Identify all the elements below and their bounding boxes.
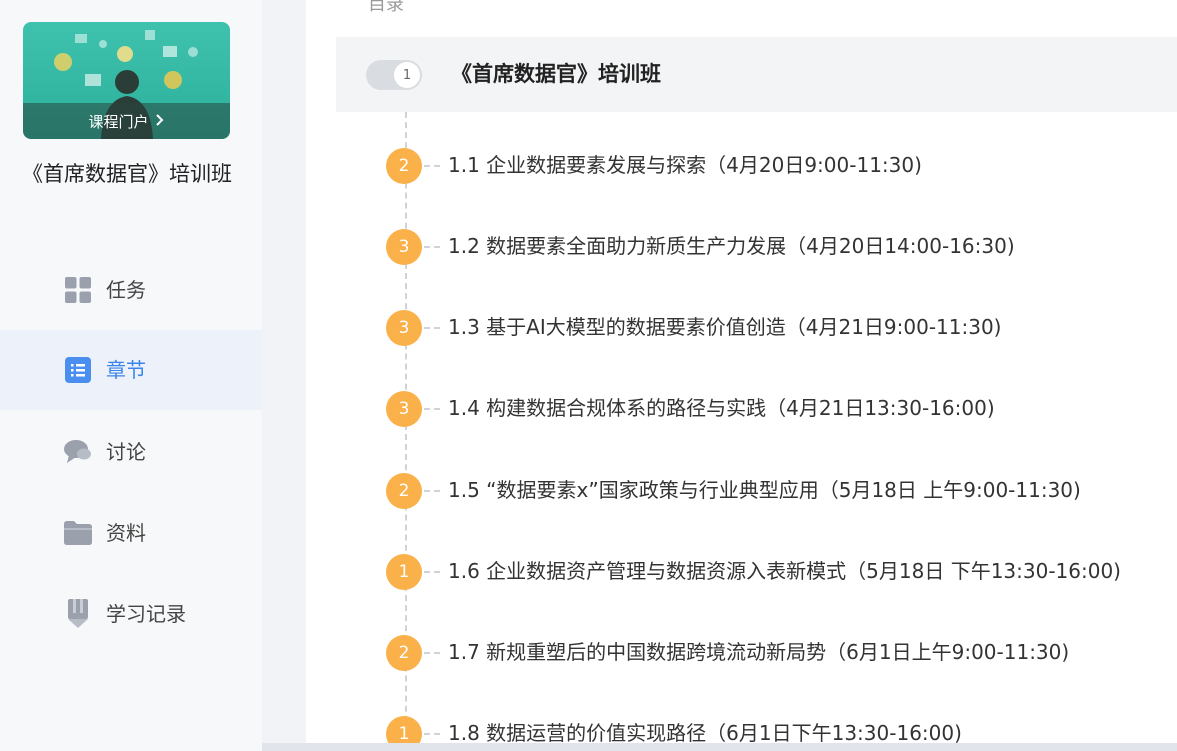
section-status-badge: 1	[386, 716, 422, 743]
toc-heading: 目录	[368, 0, 404, 15]
section-status-badge: 1	[386, 554, 422, 590]
nav-label-discussion: 讨论	[106, 440, 146, 464]
timeline-branch	[424, 408, 440, 410]
bookmark-icon	[64, 599, 92, 628]
folder-icon	[64, 519, 92, 547]
grid-icon	[64, 276, 92, 304]
section-title: 1.1 企业数据要素发展与探索（4月20日9:00-11:30)	[448, 153, 922, 177]
section-title: 1.4 构建数据合规体系的路径与实践（4月21日13:30-16:00)	[448, 396, 995, 420]
nav-label-study-record: 学习记录	[106, 602, 186, 626]
nav-item-study-record[interactable]: 学习记录	[0, 574, 262, 654]
section-status-badge: 3	[386, 229, 422, 265]
section-title: 1.6 企业数据资产管理与数据资源入表新模式（5月18日 下午13:30-16:…	[448, 559, 1121, 583]
nav-item-tasks[interactable]: 任务	[0, 250, 262, 330]
timeline-branch	[424, 571, 440, 573]
sidebar: 课程门户 《首席数据官》培训班 任务 章节 讨论 资料 学习记录	[0, 0, 262, 751]
section-status-badge: 2	[386, 635, 422, 671]
timeline-branch	[424, 246, 440, 248]
chapter-title: 《首席数据官》培训班	[451, 62, 661, 86]
chapter-collapse-toggle[interactable]: 1	[366, 60, 422, 90]
course-cover[interactable]: 课程门户	[23, 22, 230, 139]
timeline-branch	[424, 165, 440, 167]
nav-label-chapters: 章节	[106, 358, 146, 382]
section-status-badge: 3	[386, 391, 422, 427]
timeline-branch	[424, 733, 440, 735]
nav-item-chapters[interactable]: 章节	[0, 330, 262, 410]
section-title: 1.8 数据运营的价值实现路径（6月1日下午13:30-16:00)	[448, 721, 962, 743]
nav-label-tasks: 任务	[106, 278, 146, 302]
chevron-right-icon	[155, 112, 165, 130]
section-item[interactable]: 2 1.5 “数据要素x”国家政策与行业典型应用（5月18日 上午9:00-11…	[386, 470, 1177, 510]
section-item[interactable]: 3 1.2 数据要素全面助力新质生产力发展（4月20日14:00-16:30)	[386, 226, 1177, 266]
section-title: 1.3 基于AI大模型的数据要素价值创造（4月21日9:00-11:30)	[448, 315, 1002, 339]
timeline-branch	[424, 652, 440, 654]
timeline-branch	[424, 327, 440, 329]
nav-item-materials[interactable]: 资料	[0, 493, 262, 573]
section-status-badge: 2	[386, 148, 422, 184]
nav-label-materials: 资料	[106, 521, 146, 545]
section-title: 1.7 新规重塑后的中国数据跨境流动新局势（6月1日上午9:00-11:30)	[448, 640, 1070, 664]
section-item[interactable]: 2 1.1 企业数据要素发展与探索（4月20日9:00-11:30)	[386, 145, 1177, 185]
chat-bubble-icon	[64, 438, 92, 466]
nav-item-discussion[interactable]: 讨论	[0, 412, 262, 492]
section-item[interactable]: 1 1.6 企业数据资产管理与数据资源入表新模式（5月18日 下午13:30-1…	[386, 551, 1177, 591]
chapter-list-panel: 目录 1 《首席数据官》培训班 2 1.1 企业数据要素发展与探索（4月20日9…	[306, 0, 1177, 743]
chapter-header[interactable]: 1 《首席数据官》培训班	[336, 37, 1177, 112]
list-icon	[64, 356, 92, 384]
section-item[interactable]: 3 1.4 构建数据合规体系的路径与实践（4月21日13:30-16:00)	[386, 388, 1177, 428]
section-status-badge: 3	[386, 310, 422, 346]
section-title: 1.5 “数据要素x”国家政策与行业典型应用（5月18日 上午9:00-11:3…	[448, 478, 1081, 502]
section-status-badge: 2	[386, 473, 422, 509]
timeline-branch	[424, 490, 440, 492]
section-item[interactable]: 1 1.8 数据运营的价值实现路径（6月1日下午13:30-16:00)	[386, 713, 1177, 743]
section-item[interactable]: 3 1.3 基于AI大模型的数据要素价值创造（4月21日9:00-11:30)	[386, 307, 1177, 347]
section-title: 1.2 数据要素全面助力新质生产力发展（4月20日14:00-16:30)	[448, 234, 1015, 258]
content-gutter	[262, 0, 306, 751]
course-portal-label: 课程门户	[88, 112, 149, 131]
course-title: 《首席数据官》培训班	[22, 162, 232, 186]
chapter-number: 1	[394, 62, 420, 88]
section-item[interactable]: 2 1.7 新规重塑后的中国数据跨境流动新局势（6月1日上午9:00-11:30…	[386, 632, 1177, 672]
horizontal-scrollbar[interactable]	[262, 743, 1177, 751]
course-portal-link[interactable]: 课程门户	[23, 103, 230, 139]
